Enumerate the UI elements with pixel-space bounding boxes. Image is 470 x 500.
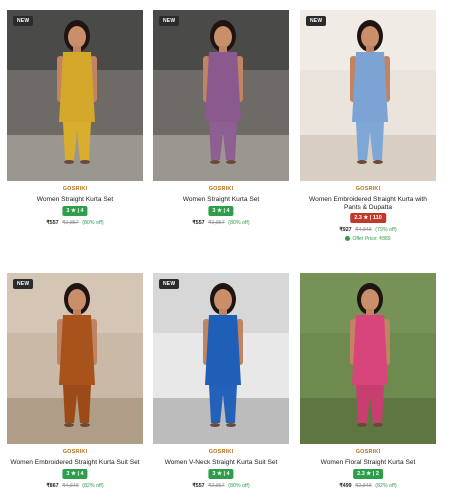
product-photo <box>7 273 143 444</box>
rating-badge: 2.3 ★ | 2 <box>353 469 383 479</box>
brand-name[interactable]: GOSRIKI <box>153 449 289 455</box>
new-badge: NEW <box>159 279 180 289</box>
sale-price: ₹557 <box>46 220 59 226</box>
product-photo <box>7 10 143 181</box>
product-photo <box>153 10 289 181</box>
product-title[interactable]: Women Embroidered Straight Kurta with Pa… <box>300 196 436 212</box>
mrp-price: ₹2,857 <box>208 220 225 226</box>
rating-badge: 3 ★ | 4 <box>62 469 88 479</box>
discount-percent: (80% off) <box>82 220 104 226</box>
product-image[interactable] <box>7 10 143 181</box>
product-image[interactable] <box>153 10 289 181</box>
product-title[interactable]: Women Straight Kurta Set <box>153 196 289 204</box>
price-row: ₹557 ₹2,857 (80% off) <box>153 483 289 489</box>
product-photo <box>300 273 436 444</box>
price-row: ₹867 ₹4,848 (82% off) <box>7 483 143 489</box>
brand-name[interactable]: GOSRIKI <box>300 186 436 192</box>
mrp-price: ₹2,857 <box>62 220 79 226</box>
discount-percent: (80% off) <box>228 220 250 226</box>
mrp-price: ₹4,848 <box>62 483 79 489</box>
price-row: ₹557 ₹2,857 (80% off) <box>7 220 143 226</box>
rating-badge: 3 ★ | 4 <box>62 206 88 216</box>
rating-badge: 2.3 ★ | 110 <box>350 213 386 223</box>
product-card[interactable]: NEW GOSRIKI Women Straight Kurta Set 3 ★… <box>153 10 289 230</box>
product-card[interactable]: NEW GOSRIKI Women Embroidered Straight K… <box>7 273 143 493</box>
product-grid: NEW GOSRIKI Women Straight Kurta Set 3 ★… <box>0 0 470 500</box>
product-photo <box>300 10 436 181</box>
new-badge: NEW <box>13 16 34 26</box>
rating-badge: 3 ★ | 4 <box>208 469 234 479</box>
new-badge: NEW <box>306 16 327 26</box>
product-title[interactable]: Women Floral Straight Kurta Set <box>300 459 436 467</box>
product-title[interactable]: Women Straight Kurta Set <box>7 196 143 204</box>
price-row: ₹499 ₹2,848 (82% off) <box>300 483 436 489</box>
discount-percent: (82% off) <box>375 483 397 489</box>
mrp-price: ₹4,848 <box>355 227 372 233</box>
discount-percent: (80% off) <box>228 483 250 489</box>
offer-price: Offer Price: ₹889 <box>300 236 436 242</box>
product-title[interactable]: Women V-Neck Straight Kurta Suit Set <box>153 459 289 467</box>
mrp-price: ₹2,857 <box>208 483 225 489</box>
sale-price: ₹499 <box>339 483 352 489</box>
mrp-price: ₹2,848 <box>355 483 372 489</box>
product-image[interactable] <box>7 273 143 444</box>
new-badge: NEW <box>159 16 180 26</box>
product-photo <box>153 273 289 444</box>
product-card[interactable]: NEW GOSRIKI Women Embroidered Straight K… <box>300 10 436 242</box>
sale-price: ₹867 <box>46 483 59 489</box>
offer-text: Offer Price: ₹889 <box>352 236 391 242</box>
product-image[interactable] <box>300 10 436 181</box>
brand-name[interactable]: GOSRIKI <box>7 186 143 192</box>
brand-name[interactable]: GOSRIKI <box>300 449 436 455</box>
sale-price: ₹927 <box>339 227 352 233</box>
price-row: ₹927 ₹4,848 (79% off) <box>300 227 436 233</box>
discount-percent: (82% off) <box>82 483 104 489</box>
product-card[interactable]: NEW GOSRIKI Women V-Neck Straight Kurta … <box>153 273 289 493</box>
brand-name[interactable]: GOSRIKI <box>153 186 289 192</box>
brand-name[interactable]: GOSRIKI <box>7 449 143 455</box>
rating-badge: 3 ★ | 4 <box>208 206 234 216</box>
price-row: ₹557 ₹2,857 (80% off) <box>153 220 289 226</box>
product-image[interactable] <box>153 273 289 444</box>
product-image[interactable] <box>300 273 436 444</box>
sale-price: ₹557 <box>192 483 205 489</box>
product-title[interactable]: Women Embroidered Straight Kurta Suit Se… <box>7 459 143 467</box>
offer-icon <box>345 236 351 242</box>
new-badge: NEW <box>13 279 34 289</box>
sale-price: ₹557 <box>192 220 205 226</box>
discount-percent: (79% off) <box>375 227 397 233</box>
product-card[interactable]: GOSRIKI Women Floral Straight Kurta Set … <box>300 273 436 493</box>
product-card[interactable]: NEW GOSRIKI Women Straight Kurta Set 3 ★… <box>7 10 143 230</box>
